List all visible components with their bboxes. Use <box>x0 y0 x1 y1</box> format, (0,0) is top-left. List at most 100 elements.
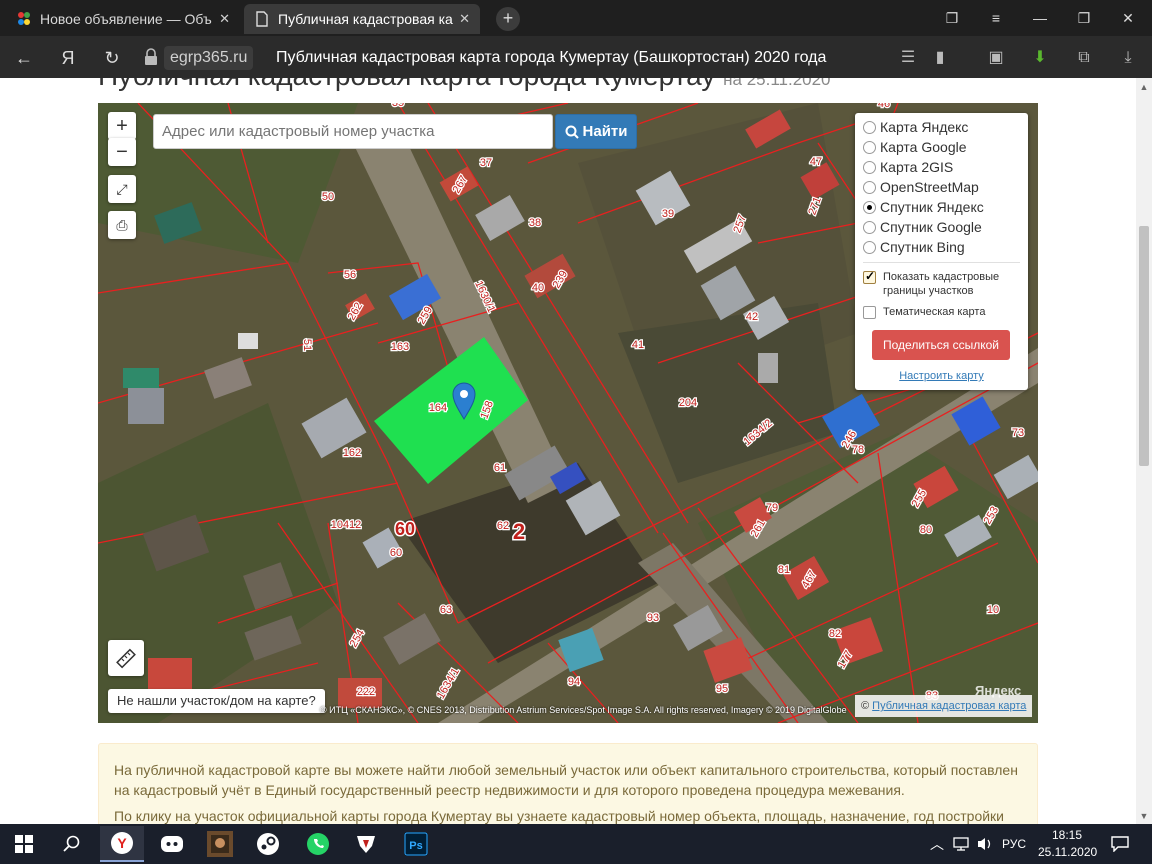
parcel-number-label: 177 <box>836 649 856 671</box>
keyboard-language[interactable]: РУС <box>1002 837 1026 851</box>
back-icon[interactable]: ← <box>12 46 36 70</box>
extension-icon[interactable]: ▣ <box>984 46 1008 70</box>
game-icon[interactable] <box>204 828 236 860</box>
minimize-icon[interactable]: — <box>1030 8 1050 28</box>
parcel-number-label: 271 <box>806 195 824 216</box>
layer-option-google-satellite[interactable]: Спутник Google <box>863 217 982 237</box>
volume-icon[interactable] <box>974 828 996 860</box>
browser-tab-bar: Новое объявление — Объ ✕ Публичная кадас… <box>0 0 1152 36</box>
parcel-number-label: 79 <box>766 502 778 514</box>
notification-icon[interactable] <box>1104 828 1136 860</box>
layer-switcher-panel: Карта Яндекс Карта Google Карта 2GIS Ope… <box>855 113 1028 390</box>
parcel-number-label: 37 <box>480 157 492 169</box>
parcel-number-label: 41 <box>632 339 644 351</box>
ruler-button[interactable] <box>108 640 144 676</box>
parcel-number-label: 82 <box>829 628 841 640</box>
photoshop-icon[interactable]: Ps <box>400 828 432 860</box>
close-icon[interactable]: ✕ <box>459 11 470 27</box>
parcel-number-label: 255 <box>910 488 930 510</box>
print-icon[interactable]: ⎙ <box>108 211 136 239</box>
parcel-number-label: 1634/1 <box>435 666 462 701</box>
layer-option-bing-satellite[interactable]: Спутник Bing <box>863 237 965 257</box>
url-domain[interactable]: egrp365.ru <box>164 46 254 70</box>
configure-map-link[interactable]: Настроить карту <box>855 370 1028 382</box>
yandex-icon[interactable]: Я <box>56 46 80 70</box>
tab-title: Публичная кадастровая карт <box>278 11 454 27</box>
tab-new-listing[interactable]: Новое объявление — Объ ✕ <box>6 4 240 34</box>
close-icon[interactable]: ✕ <box>219 11 230 27</box>
scrollbar-thumb[interactable] <box>1139 226 1149 466</box>
chevron-up-icon[interactable]: ︿ <box>926 828 948 860</box>
windows-start-icon[interactable] <box>8 828 40 860</box>
multicolor-dots-icon <box>18 12 30 25</box>
address-page-title[interactable]: Публичная кадастровая карта города Кумер… <box>276 46 826 70</box>
new-tab-button[interactable]: + <box>496 7 520 31</box>
radio-icon[interactable] <box>863 220 876 234</box>
radio-icon[interactable] <box>863 140 876 154</box>
thematic-map-toggle[interactable]: Тематическая карта <box>863 305 985 319</box>
search-button[interactable]: Найти <box>555 114 637 149</box>
zoom-out-button[interactable]: − <box>108 138 136 166</box>
download-arrow-icon[interactable]: ⬇ <box>1028 46 1052 70</box>
tab-cadastral-map[interactable]: Публичная кадастровая карт ✕ <box>244 4 480 34</box>
share-link-button[interactable]: Поделиться ссылкой <box>872 330 1010 360</box>
parcel-number-label: 56 <box>344 269 356 281</box>
cadastral-map[interactable]: 35 46 37 267 50 47 38 39 257 271 56 40 239 1630/1 262 2… <box>98 103 1038 723</box>
ubisoft-icon[interactable] <box>350 828 382 860</box>
layer-label: Спутник Google <box>880 219 982 235</box>
parcel-number-label: 60 <box>390 547 402 559</box>
discord-icon[interactable] <box>156 828 188 860</box>
yandex-browser-icon[interactable]: Y <box>100 826 144 862</box>
scroll-up-icon[interactable]: ▲ <box>1136 82 1152 92</box>
thematic-map-label: Тематическая карта <box>883 306 986 318</box>
layer-option-yandex-satellite[interactable]: Спутник Яндекс <box>863 197 984 217</box>
reader-icon[interactable]: ☰ <box>896 46 920 70</box>
info-paragraph: По клику на участок официальной карты го… <box>114 808 1004 824</box>
fullscreen-icon[interactable]: ⤢ <box>108 175 136 203</box>
steam-icon[interactable] <box>252 828 284 860</box>
scroll-down-icon[interactable]: ▼ <box>1136 811 1152 821</box>
radio-icon[interactable] <box>863 120 876 134</box>
checkbox-checked-icon[interactable] <box>863 269 876 284</box>
parcel-number-label: 80 <box>920 524 932 536</box>
layer-option-2gis-map[interactable]: Карта 2GIS <box>863 157 953 177</box>
info-paragraph: На публичной кадастровой карте вы можете… <box>114 762 1018 798</box>
collections-icon[interactable]: ⧉ <box>1072 46 1096 70</box>
clock-date[interactable]: 25.11.2020 <box>1038 845 1097 859</box>
radio-icon[interactable] <box>863 240 876 254</box>
address-search-input[interactable] <box>153 114 553 149</box>
reload-icon[interactable]: ↻ <box>100 46 124 70</box>
menu-icon[interactable]: ≡ <box>986 8 1006 28</box>
parcel-number-label: 94 <box>568 676 580 688</box>
layer-option-osm[interactable]: OpenStreetMap <box>863 177 979 197</box>
page-scrollbar[interactable]: ▲ ▼ <box>1136 78 1152 824</box>
radio-selected-icon[interactable] <box>863 200 876 214</box>
not-found-button[interactable]: Не нашли участок/дом на карте? <box>108 689 325 713</box>
ruler-icon <box>116 648 136 669</box>
network-icon[interactable] <box>950 828 972 860</box>
radio-icon[interactable] <box>863 180 876 194</box>
bookmark-icon[interactable]: ▮ <box>928 46 952 70</box>
parcel-number-label: 46 <box>878 103 890 110</box>
show-boundaries-toggle[interactable]: Показать кадастровые границы участков <box>863 269 1023 298</box>
cadastral-map-link[interactable]: Публичная кадастровая карта <box>872 700 1026 712</box>
layer-option-yandex-map[interactable]: Карта Яндекс <box>863 117 968 137</box>
radio-icon[interactable] <box>863 160 876 174</box>
layer-label: Карта Google <box>880 139 967 155</box>
parcel-number-label: 61 <box>494 462 506 474</box>
whatsapp-icon[interactable] <box>302 828 334 860</box>
search-icon[interactable] <box>56 828 88 860</box>
location-marker-icon[interactable] <box>452 382 476 420</box>
bookmarks-icon[interactable]: ❐ <box>942 8 962 28</box>
zoom-in-button[interactable]: + <box>108 112 136 140</box>
close-window-icon[interactable]: ✕ <box>1118 8 1138 28</box>
clock-time[interactable]: 18:15 <box>1052 828 1082 842</box>
checkbox-icon[interactable] <box>863 306 876 319</box>
info-box: На публичной кадастровой карте вы можете… <box>98 743 1038 824</box>
quarter-number-label: 60 <box>395 519 415 539</box>
parcel-number-label: 73 <box>1012 427 1024 439</box>
parcel-number-label: 204 <box>679 397 697 409</box>
downloads-icon[interactable]: ⤓ <box>1116 46 1140 70</box>
layer-option-google-map[interactable]: Карта Google <box>863 137 967 157</box>
restore-icon[interactable]: ❐ <box>1074 8 1094 28</box>
